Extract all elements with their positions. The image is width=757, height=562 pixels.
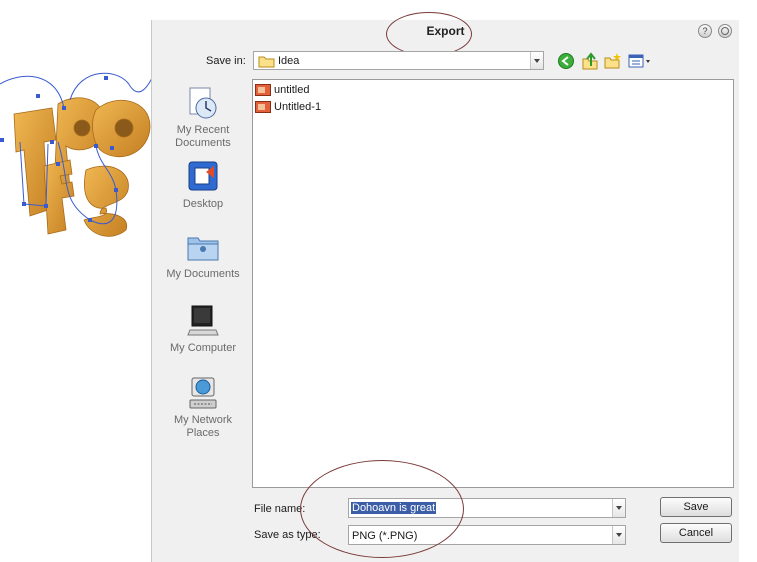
save-in-value: Idea	[278, 55, 300, 67]
up-folder-icon[interactable]	[581, 52, 599, 70]
cancel-button[interactable]: Cancel	[660, 523, 732, 543]
place-my-network-places[interactable]: My Network Places	[160, 376, 246, 440]
list-item[interactable]: Untitled-1	[255, 99, 321, 115]
folder-icon	[258, 56, 275, 68]
file-name-label: File name:	[254, 503, 306, 515]
place-desktop[interactable]: Desktop	[160, 160, 246, 211]
save-in-label: Save in:	[206, 55, 246, 67]
image-file-icon	[255, 84, 271, 96]
file-name-input[interactable]: Dohoavn is great	[348, 498, 626, 518]
save-button[interactable]: Save	[660, 497, 732, 517]
file-list[interactable]: untitled Untitled-1	[252, 79, 734, 488]
export-dialog: Export ? Save in: Idea My Recent Documen…	[151, 12, 739, 562]
computer-icon	[187, 305, 219, 336]
file-name: untitled	[274, 84, 310, 96]
place-label: Desktop	[182, 198, 224, 210]
back-icon[interactable]	[557, 52, 575, 70]
file-name-value[interactable]: Dohoavn is great	[351, 502, 437, 514]
save-in-dropdown[interactable]: Idea	[253, 51, 544, 70]
network-places-icon	[189, 377, 217, 409]
help-button[interactable]: ?	[698, 24, 712, 38]
place-label: My Recent Documents	[175, 124, 231, 149]
place-my-documents[interactable]: My Documents	[160, 230, 246, 281]
image-file-icon	[255, 101, 271, 113]
save-as-type-value: PNG (*.PNG)	[352, 530, 418, 542]
recent-documents-icon	[189, 87, 217, 119]
place-label: My Network Places	[173, 414, 233, 439]
vector-artwork-canvas	[0, 72, 152, 237]
chevron-down-icon[interactable]	[612, 526, 625, 544]
my-documents-icon	[187, 237, 219, 261]
list-item[interactable]: untitled	[255, 82, 309, 98]
save-as-type-dropdown[interactable]: PNG (*.PNG)	[348, 525, 626, 545]
desktop-icon	[188, 161, 218, 191]
artwork-letters	[13, 97, 151, 237]
close-button[interactable]	[718, 24, 732, 38]
place-label: My Documents	[166, 268, 240, 280]
dialog-title: Export	[426, 24, 465, 38]
save-as-type-label: Save as type:	[254, 529, 321, 541]
chevron-down-icon[interactable]	[612, 499, 625, 517]
new-folder-icon[interactable]	[604, 52, 622, 70]
place-my-recent-documents[interactable]: My Recent Documents	[160, 86, 246, 150]
views-menu-icon[interactable]	[628, 52, 654, 70]
chevron-down-icon[interactable]	[530, 52, 543, 69]
place-label: My Computer	[169, 342, 237, 354]
close-icon	[721, 27, 729, 35]
place-my-computer[interactable]: My Computer	[160, 304, 246, 355]
file-name: Untitled-1	[274, 101, 322, 113]
